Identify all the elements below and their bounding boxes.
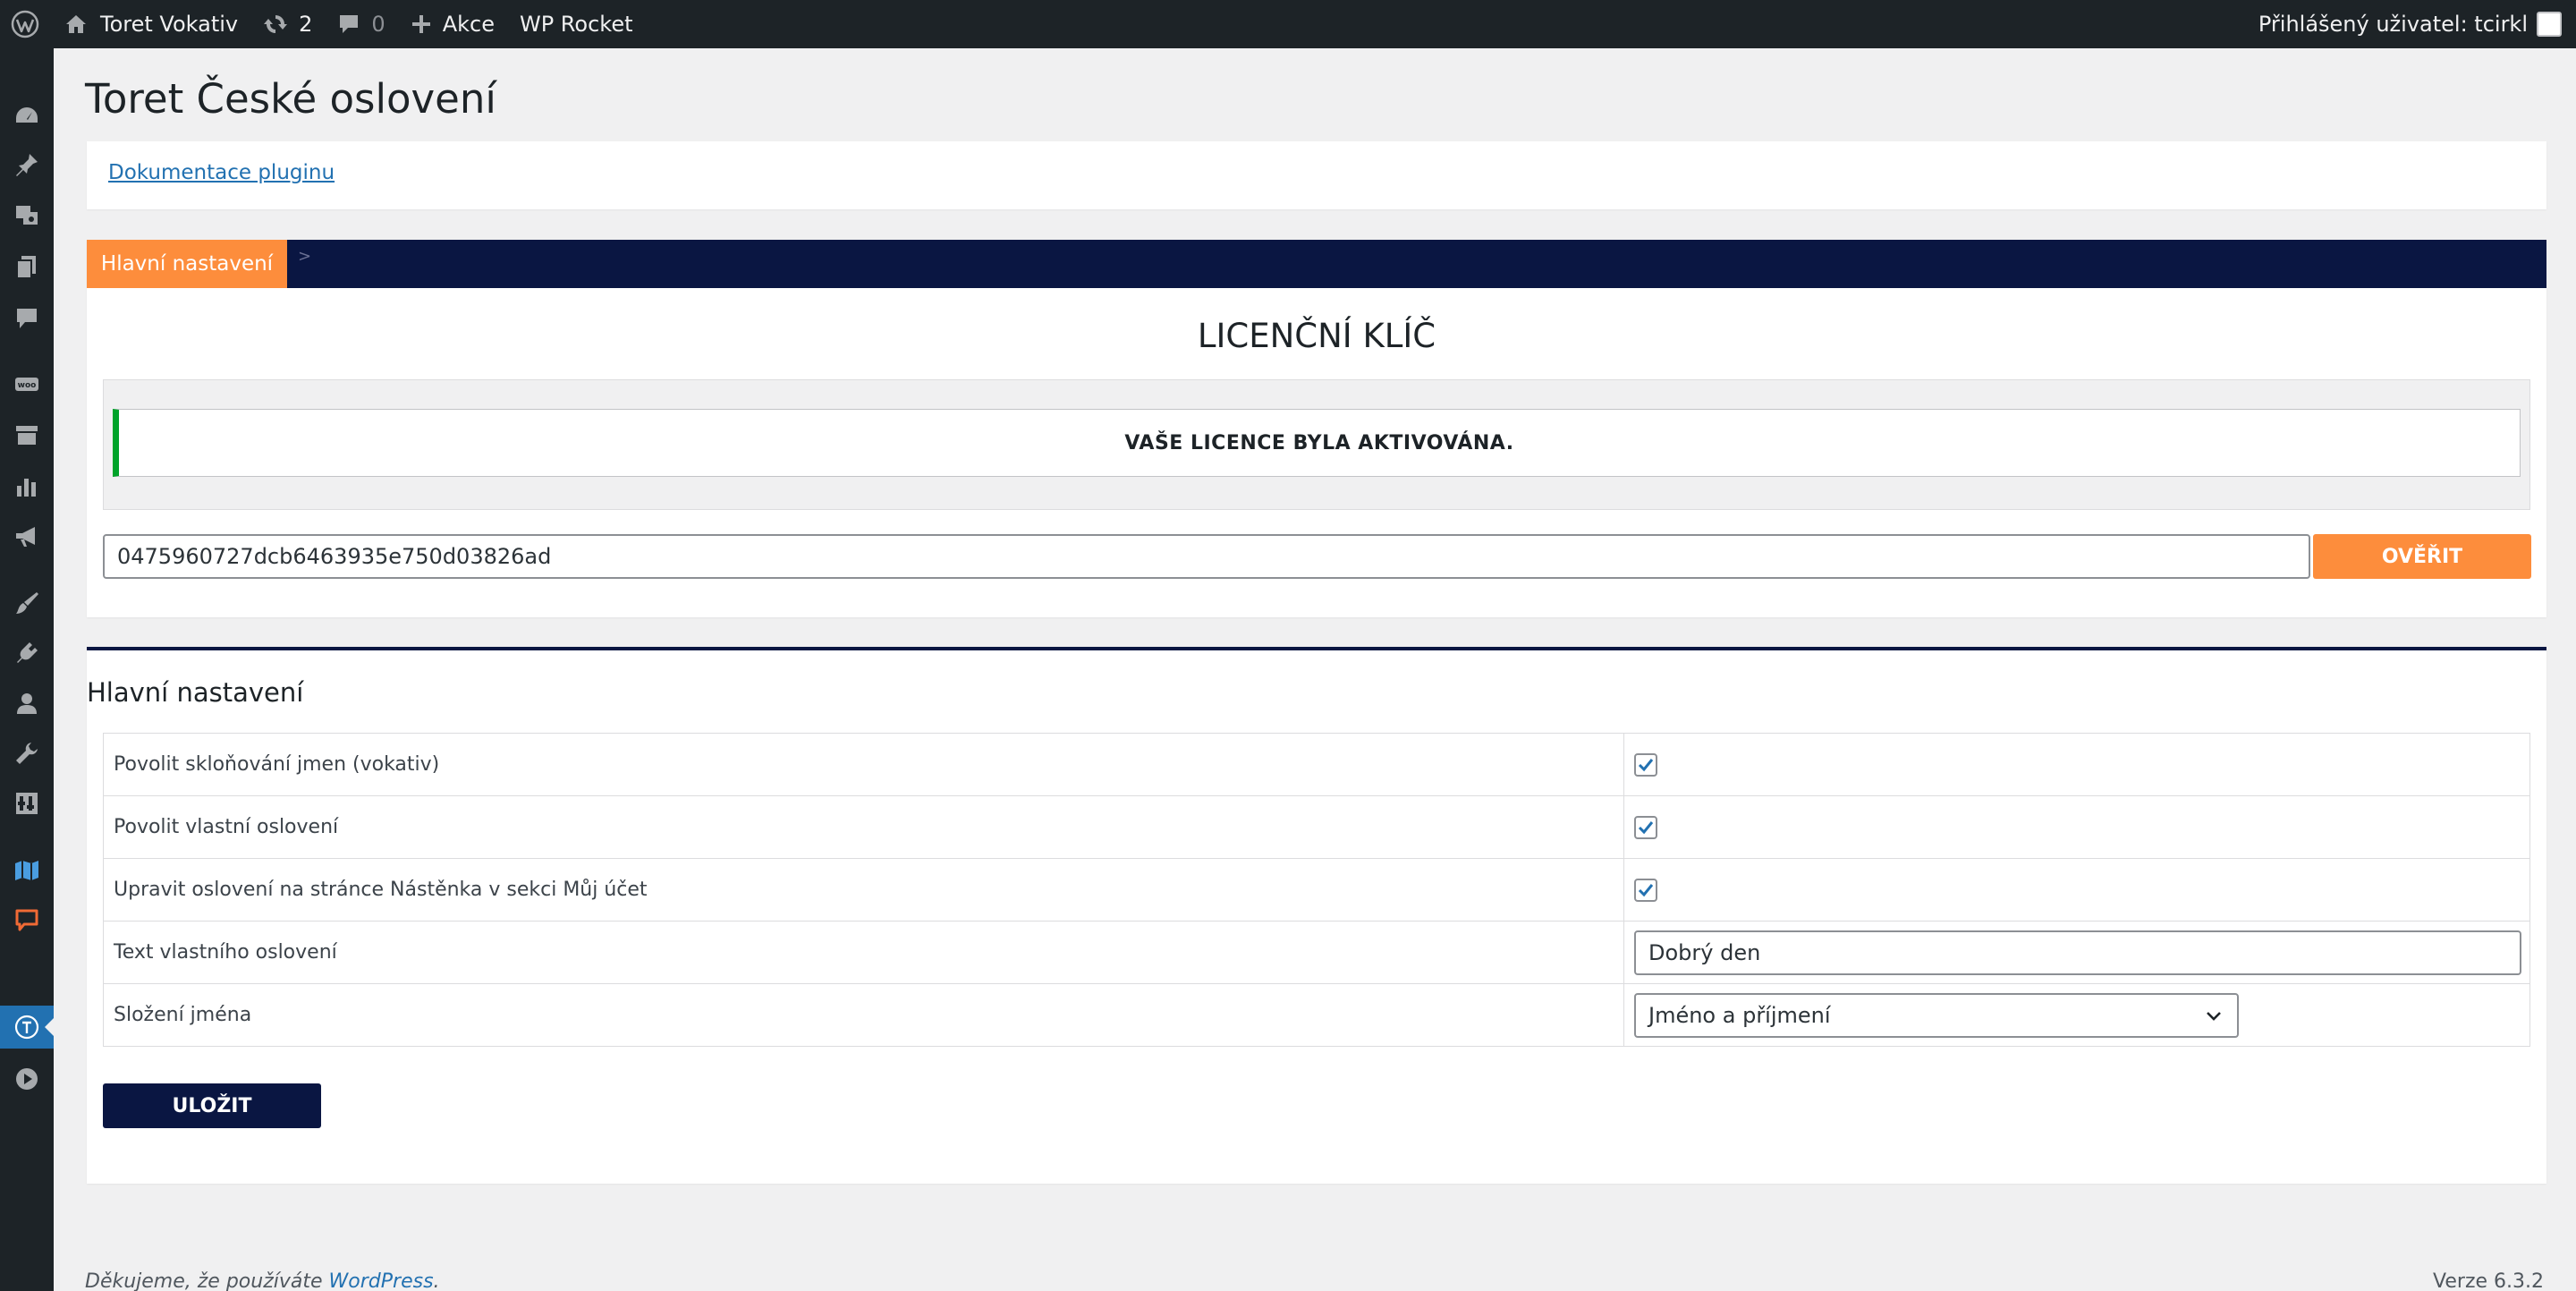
footer-thanks: Děkujeme, že používáte WordPress.	[85, 1270, 440, 1291]
setting-label: Povolit skloňování jmen (vokativ)	[103, 733, 1624, 796]
setting-label: Povolit vlastní oslovení	[103, 795, 1624, 859]
user-account-link[interactable]: Přihlášený uživatel: tcirkl	[2246, 0, 2576, 48]
pages-icon[interactable]	[0, 245, 54, 288]
notice-text: VAŠE LICENCE BYLA AKTIVOVÁNA.	[1124, 431, 1514, 454]
enable-vocative-checkbox[interactable]	[1634, 752, 1657, 777]
footer-thanks-suffix: .	[433, 1270, 440, 1291]
setting-label: Text vlastního oslovení	[103, 921, 1624, 984]
table-row: Povolit vlastní oslovení	[103, 795, 2530, 859]
license-panel: Hlavní nastavení > LICENČNÍ KLÍČ VAŠE LI…	[87, 240, 2546, 617]
custom-greeting-input[interactable]	[1634, 930, 2521, 975]
megaphone-icon[interactable]	[0, 515, 54, 558]
wordpress-logo-icon[interactable]	[0, 0, 52, 48]
map-icon[interactable]	[0, 848, 54, 891]
chat-icon[interactable]	[0, 898, 54, 941]
appearance-icon[interactable]	[0, 582, 54, 624]
media-icon[interactable]	[0, 193, 54, 236]
table-row: Upravit oslovení na stránce Nástěnka v s…	[103, 858, 2530, 922]
comment-icon	[340, 15, 359, 33]
pin-icon[interactable]	[0, 143, 54, 186]
footer-thanks-prefix: Děkujeme, že používáte	[85, 1270, 329, 1291]
updates-count: 2	[299, 12, 313, 37]
save-button[interactable]: ULOŽIT	[103, 1083, 321, 1128]
table-row: Složení jména Jméno a příjmení	[103, 983, 2530, 1047]
settings-title: Hlavní nastavení	[87, 677, 304, 708]
dashboard-icon[interactable]	[0, 95, 54, 138]
svg-text:woo: woo	[18, 381, 37, 390]
avatar	[2537, 12, 2562, 37]
updates-link[interactable]: 2	[250, 0, 325, 48]
select-value: Jméno a příjmení	[1648, 1002, 1831, 1028]
wp-rocket-label: WP Rocket	[519, 12, 633, 37]
verify-button[interactable]: OVĚŘIT	[2313, 534, 2531, 579]
plus-icon	[411, 15, 430, 33]
table-row: Povolit skloňování jmen (vokativ)	[103, 733, 2530, 796]
license-key-input[interactable]	[103, 534, 2310, 579]
comments-link[interactable]: 0	[325, 0, 397, 48]
setting-label: Upravit oslovení na stránce Nástěnka v s…	[103, 858, 1624, 922]
checkmark-icon	[1638, 883, 1654, 896]
tools-icon[interactable]	[0, 732, 54, 775]
new-content-link[interactable]: Akce	[398, 0, 507, 48]
site-name: Toret Vokativ	[100, 12, 239, 37]
home-icon	[66, 15, 86, 33]
license-activated-notice: VAŠE LICENCE BYLA AKTIVOVÁNA.	[113, 409, 2521, 477]
admin-bar: Toret Vokativ 2 0 Akce WP Rocket Přihláš…	[0, 0, 2576, 48]
user-greeting: Přihlášený uživatel: tcirkl	[2258, 12, 2528, 37]
name-format-select[interactable]: Jméno a příjmení	[1634, 992, 2239, 1038]
wp-rocket-link[interactable]: WP Rocket	[507, 0, 646, 48]
archive-icon[interactable]	[0, 413, 54, 456]
play-icon[interactable]	[0, 1057, 54, 1100]
main-settings-panel: Hlavní nastavení Povolit skloňování jmen…	[87, 647, 2546, 1184]
wordpress-link[interactable]: WordPress	[329, 1270, 434, 1291]
refresh-icon	[264, 15, 288, 33]
admin-sidebar: woo	[0, 48, 54, 1291]
checkmark-icon	[1638, 820, 1654, 834]
plugins-icon[interactable]	[0, 632, 54, 675]
settings-icon[interactable]	[0, 782, 54, 825]
page-title: Toret České oslovení	[85, 75, 496, 123]
chart-icon[interactable]	[0, 465, 54, 508]
documentation-box: Dokumentace pluginu	[87, 141, 2546, 209]
chevron-down-icon	[2207, 1011, 2221, 1021]
toret-icon[interactable]	[0, 1006, 54, 1049]
footer-version: Verze 6.3.2	[2433, 1270, 2544, 1291]
tab-separator: >	[298, 247, 312, 266]
notice-container: VAŠE LICENCE BYLA AKTIVOVÁNA.	[103, 379, 2530, 510]
checkmark-icon	[1638, 758, 1654, 771]
edit-dashboard-greeting-checkbox[interactable]	[1634, 878, 1657, 902]
site-name-link[interactable]: Toret Vokativ	[52, 0, 250, 48]
comments-icon[interactable]	[0, 297, 54, 340]
tab-bar: Hlavní nastavení >	[87, 240, 2546, 288]
woo-icon[interactable]: woo	[0, 363, 54, 406]
table-row: Text vlastního oslovení	[103, 921, 2530, 984]
settings-table: Povolit skloňování jmen (vokativ) Povoli…	[103, 733, 2530, 1047]
setting-label: Složení jména	[103, 983, 1624, 1047]
comments-count: 0	[371, 12, 386, 37]
new-content-label: Akce	[442, 12, 495, 37]
enable-custom-greeting-checkbox[interactable]	[1634, 815, 1657, 839]
documentation-link[interactable]: Dokumentace pluginu	[108, 161, 335, 184]
users-icon[interactable]	[0, 682, 54, 725]
tab-main-settings[interactable]: Hlavní nastavení	[87, 240, 287, 288]
license-title: LICENČNÍ KLÍČ	[1197, 317, 1436, 355]
